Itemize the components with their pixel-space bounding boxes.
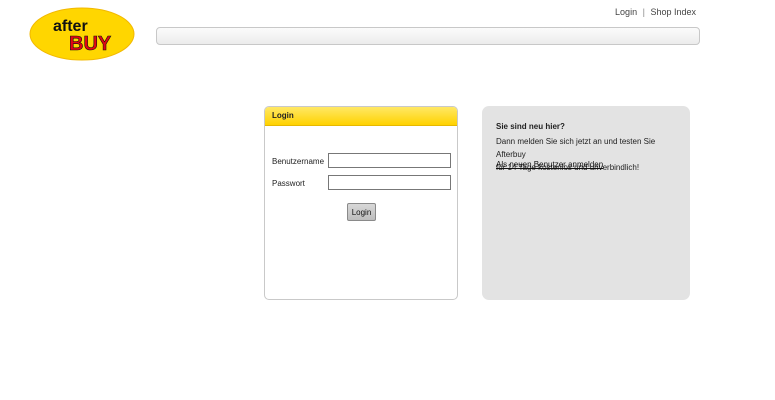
header-navigation-bar — [156, 27, 700, 45]
login-panel-title: Login — [265, 107, 457, 126]
top-link-login[interactable]: Login — [615, 7, 637, 17]
afterbuy-logo[interactable]: after BUY — [29, 7, 135, 61]
info-title: Sie sind neu hier? — [496, 122, 565, 131]
new-user-info-panel: Sie sind neu hier? Dann melden Sie sich … — [482, 106, 690, 300]
password-input[interactable] — [328, 175, 451, 190]
login-panel: Login Benutzername Passwort Login — [264, 106, 458, 300]
username-label: Benutzername — [272, 157, 325, 166]
top-navigation: Login | Shop Index — [615, 7, 696, 17]
info-line-1: Dann melden Sie sich jetzt an und testen… — [496, 137, 656, 159]
username-input[interactable] — [328, 153, 451, 168]
password-row: Passwort — [272, 175, 451, 190]
username-row: Benutzername — [272, 153, 451, 168]
top-link-shop-index[interactable]: Shop Index — [650, 7, 696, 17]
password-label: Passwort — [272, 179, 305, 188]
logo-word-buy: BUY — [69, 33, 112, 55]
top-link-separator: | — [642, 7, 645, 17]
register-new-user-link[interactable]: Als neuen Benutzer anmelden — [496, 160, 603, 169]
login-submit-button[interactable]: Login — [347, 203, 376, 221]
